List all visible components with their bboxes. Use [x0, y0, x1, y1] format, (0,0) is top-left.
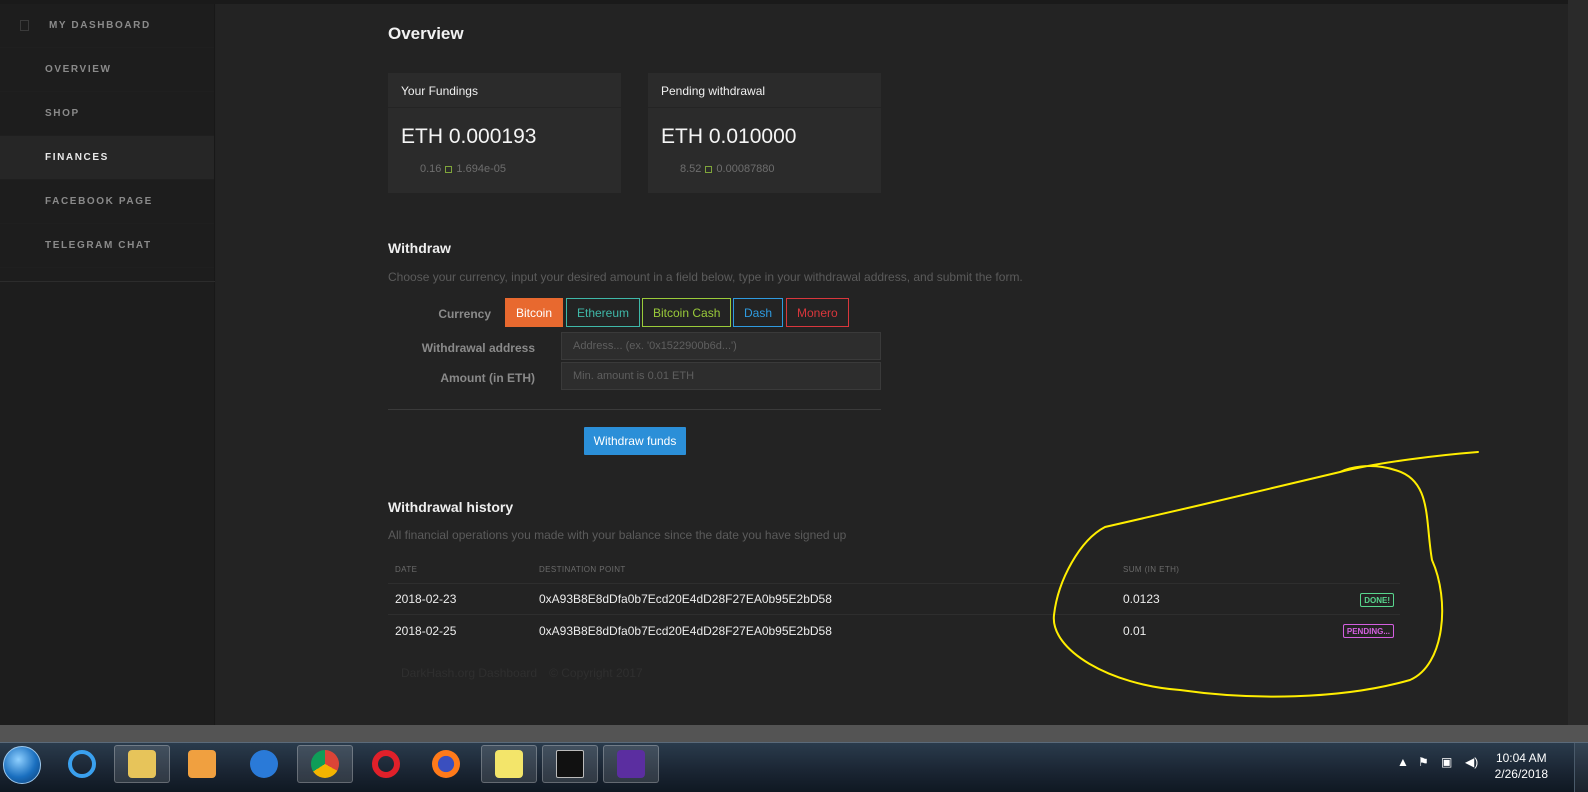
show-desktop-button[interactable] — [1574, 743, 1588, 792]
sidebar-item-label: SHOP — [45, 108, 80, 119]
sidebar-item-my-dashboard[interactable]: MY DASHBOARD — [0, 4, 214, 48]
card-subvalues: 0.16 1.694e-05 — [388, 149, 621, 175]
fundings-card: Your Fundings ETH 0.000193 0.16 1.694e-0… — [388, 73, 621, 193]
clock-time: 10:04 AM — [1495, 751, 1547, 765]
row-date: 2018-02-25 — [395, 623, 457, 638]
sidebar-item-finances[interactable]: FINANCES — [0, 136, 214, 180]
exchange-icon — [705, 165, 713, 173]
opera-icon[interactable] — [358, 745, 414, 783]
footer-copyright: © Copyright 2017 — [549, 666, 643, 680]
currency-bitcoin-button[interactable]: Bitcoin — [505, 298, 564, 327]
sidebar-item-facebook-page[interactable]: FACEBOOK PAGE — [0, 180, 214, 224]
sidebar-item-label: TELEGRAM CHAT — [45, 240, 152, 251]
card-value: ETH 0.000193 — [401, 125, 537, 148]
sidebar-item-label: OVERVIEW — [45, 64, 112, 75]
currency-monero-button[interactable]: Monero — [786, 298, 849, 327]
action-center-flag-icon[interactable]: ⚑ — [1418, 755, 1429, 769]
withdrawal-history-table: DATE DESTINATION POINT SUM (IN ETH) 2018… — [388, 556, 1400, 646]
internet-explorer-icon[interactable] — [54, 745, 110, 783]
table-row: 2018-02-25 0xA93B8E8dDfa0b7Ecd20E4dD28F2… — [388, 615, 1400, 646]
card-value: ETH 0.010000 — [661, 125, 797, 148]
currency-ethereum-button[interactable]: Ethereum — [566, 298, 641, 327]
footer: DarkHash.org Dashboard © Copyright 2017 — [401, 666, 643, 680]
withdraw-funds-button[interactable]: Withdraw funds — [584, 427, 686, 455]
sidebar-item-label: FACEBOOK PAGE — [45, 196, 153, 207]
withdraw-title: Withdraw — [388, 240, 451, 256]
row-sum: 0.0123 — [1123, 592, 1160, 606]
withdrawal-address-label: Withdrawal address — [421, 341, 535, 355]
column-header-sum: SUM (IN ETH) — [1123, 565, 1180, 574]
card-sub-left: 0.16 — [420, 163, 442, 175]
amount-label: Amount (in ETH) — [440, 371, 535, 385]
column-header-destination: DESTINATION POINT — [539, 565, 626, 574]
dashboard-icon — [20, 20, 29, 31]
withdrawal-history-title: Withdrawal history — [388, 499, 514, 515]
file-explorer-icon[interactable] — [114, 745, 170, 783]
row-sum: 0.01 — [1123, 623, 1147, 638]
card-sub-left: 8.52 — [680, 163, 702, 175]
main-content: Overview Your Fundings ETH 0.000193 0.16… — [216, 4, 1568, 725]
card-sub-right: 0.00087880 — [716, 163, 775, 175]
row-destination: 0xA93B8E8dDfa0b7Ecd20E4dD28F27EA0b95E2bD… — [539, 623, 832, 638]
sidebar: MY DASHBOARD OVERVIEW SHOP FINANCES FACE… — [0, 4, 215, 725]
vertical-scrollbar[interactable] — [1568, 0, 1588, 725]
status-badge: PENDING... — [1342, 624, 1394, 638]
card-title: Your Fundings — [388, 73, 621, 108]
system-clock[interactable]: 10:04 AM 2/26/2018 — [1495, 750, 1548, 782]
footer-brand: DarkHash.org Dashboard — [401, 666, 538, 680]
chrome-icon[interactable] — [297, 745, 353, 783]
page-title: Overview — [388, 24, 464, 43]
media-player-icon[interactable] — [174, 745, 230, 783]
form-divider — [388, 409, 881, 410]
row-destination: 0xA93B8E8dDfa0b7Ecd20E4dD28F27EA0b95E2bD… — [539, 592, 832, 606]
withdrawal-address-input[interactable]: Address... (ex. '0x1522900b6d...') — [561, 332, 881, 360]
withdrawal-history-description: All financial operations you made with y… — [388, 528, 847, 542]
status-badge: DONE! — [1360, 593, 1394, 607]
sidebar-item-label: MY DASHBOARD — [49, 20, 151, 31]
network-icon[interactable]: ▣ — [1441, 755, 1452, 769]
sidebar-item-label: FINANCES — [45, 152, 109, 163]
app-blue-arrow-icon[interactable] — [236, 745, 292, 783]
table-row: 2018-02-23 0xA93B8E8dDfa0b7Ecd20E4dD28F2… — [388, 584, 1400, 615]
withdraw-description: Choose your currency, input your desired… — [388, 270, 1023, 284]
command-prompt-icon[interactable] — [542, 745, 598, 783]
card-sub-right: 1.694e-05 — [456, 163, 506, 175]
sidebar-divider — [0, 281, 215, 282]
exchange-icon — [445, 165, 453, 173]
column-header-date: DATE — [395, 565, 418, 574]
sticky-notes-icon[interactable] — [481, 745, 537, 783]
firefox-icon[interactable] — [418, 745, 474, 783]
sidebar-item-shop[interactable]: SHOP — [0, 92, 214, 136]
row-date: 2018-02-23 — [395, 592, 457, 606]
start-button[interactable] — [3, 746, 41, 784]
sidebar-item-telegram-chat[interactable]: TELEGRAM CHAT — [0, 224, 214, 268]
currency-label: Currency — [438, 307, 491, 321]
currency-dash-button[interactable]: Dash — [733, 298, 784, 327]
app-chip-icon[interactable] — [603, 745, 659, 783]
tray-expand-icon[interactable]: ▲ — [1397, 755, 1409, 769]
window-bottom-gap — [0, 725, 1588, 742]
amount-input[interactable]: Min. amount is 0.01 ETH — [561, 362, 881, 390]
volume-icon[interactable]: ◀) — [1465, 755, 1478, 769]
pending-withdrawal-card: Pending withdrawal ETH 0.010000 8.52 0.0… — [648, 73, 881, 193]
card-subvalues: 8.52 0.00087880 — [648, 149, 881, 175]
card-title: Pending withdrawal — [648, 73, 881, 108]
table-header: DATE DESTINATION POINT SUM (IN ETH) — [388, 556, 1400, 584]
sidebar-item-overview[interactable]: OVERVIEW — [0, 48, 214, 92]
currency-bitcoin-cash-button[interactable]: Bitcoin Cash — [642, 298, 732, 327]
clock-date: 2/26/2018 — [1494, 767, 1548, 781]
taskbar: ▲ ⚑ ▣ ◀) 10:04 AM 2/26/2018 — [0, 742, 1588, 792]
